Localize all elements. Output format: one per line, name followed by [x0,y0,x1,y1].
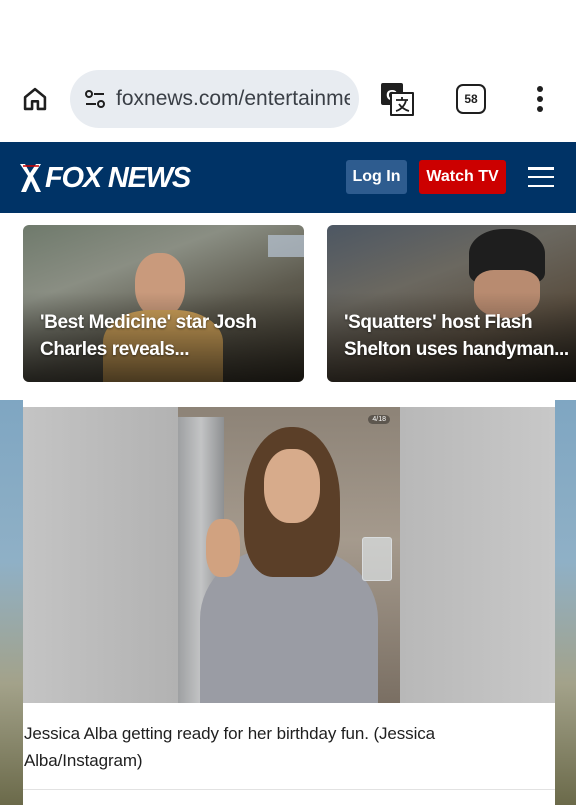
site-header: FOX NEWS Log In Watch TV [0,142,576,213]
home-button[interactable] [18,82,52,116]
gallery-slide: 4/18 Jessica Alba getting ready for her … [23,400,555,805]
hamburger-menu-icon[interactable] [528,167,554,187]
address-bar[interactable]: foxnews.com/entertainment [70,70,359,128]
home-icon [23,87,47,111]
divider [23,789,555,790]
gallery-image[interactable]: 4/18 [23,407,555,703]
fox-logo-mark-icon [20,164,41,192]
photo-face [264,449,320,523]
status-bar-area [0,0,576,62]
url-text: foxnews.com/entertainment [116,87,350,110]
translate-button[interactable]: G [378,80,416,118]
tab-switcher-button[interactable]: 58 [456,84,486,114]
story-card[interactable]: 'Best Medicine' star Josh Charles reveal… [23,225,304,382]
translate-icon: G [381,83,414,116]
gallery-caption: Jessica Alba getting ready for her birth… [24,724,436,770]
fox-news-logo[interactable]: FOX NEWS [17,161,191,194]
more-vert-icon [537,86,543,112]
story-title: 'Best Medicine' star Josh Charles reveal… [40,312,257,360]
story-title: 'Squatters' host Flash Shelton uses hand… [344,312,569,360]
photo-counter: 4/18 [368,415,390,424]
backdrop-sign [268,235,304,257]
browser-toolbar: foxnews.com/entertainment G 58 [0,62,576,142]
blurred-fill-left [23,407,178,703]
log-in-button[interactable]: Log In [346,160,407,194]
watch-tv-button[interactable]: Watch TV [419,160,506,194]
story-card[interactable]: 'Squatters' host Flash Shelton uses hand… [327,225,576,382]
logo-text: FOX NEWS [45,161,191,194]
photo-glass [362,537,392,581]
tune-icon[interactable] [80,84,110,114]
blurred-fill-right [400,407,555,703]
trending-stories-row: 'Best Medicine' star Josh Charles reveal… [0,213,576,400]
instagram-photo: 4/18 [178,407,400,703]
more-menu-button[interactable] [526,82,554,116]
photo-hand [206,519,240,577]
